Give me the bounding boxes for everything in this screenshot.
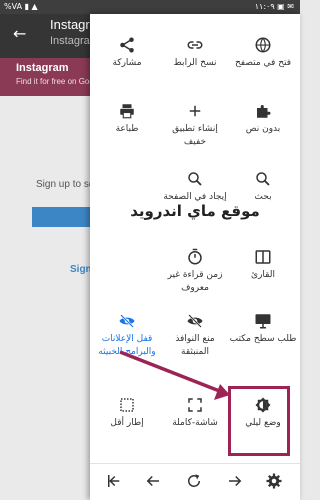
pointer-arrow <box>119 350 230 400</box>
forward-icon[interactable] <box>225 472 245 490</box>
status-right: ١١:٠٩ ▣ ✉ <box>254 2 294 11</box>
settings-icon[interactable] <box>264 472 284 490</box>
back-arrow-icon[interactable]: ← <box>13 24 26 44</box>
first-page-icon[interactable] <box>104 472 124 490</box>
back-icon[interactable] <box>143 472 163 490</box>
status-left: %VA ▮ ▲ <box>4 2 38 11</box>
refresh-icon[interactable] <box>184 472 204 490</box>
signup-link[interactable]: Sign <box>70 264 92 275</box>
browser-menu: مشاركة نسخ الرابط فتح في متصفح طباعة إنش… <box>90 14 300 500</box>
status-bar: %VA ▮ ▲ ١١:٠٩ ▣ ✉ <box>0 0 300 14</box>
banner-title: Instagram <box>16 62 69 74</box>
menu-divider <box>90 463 300 464</box>
